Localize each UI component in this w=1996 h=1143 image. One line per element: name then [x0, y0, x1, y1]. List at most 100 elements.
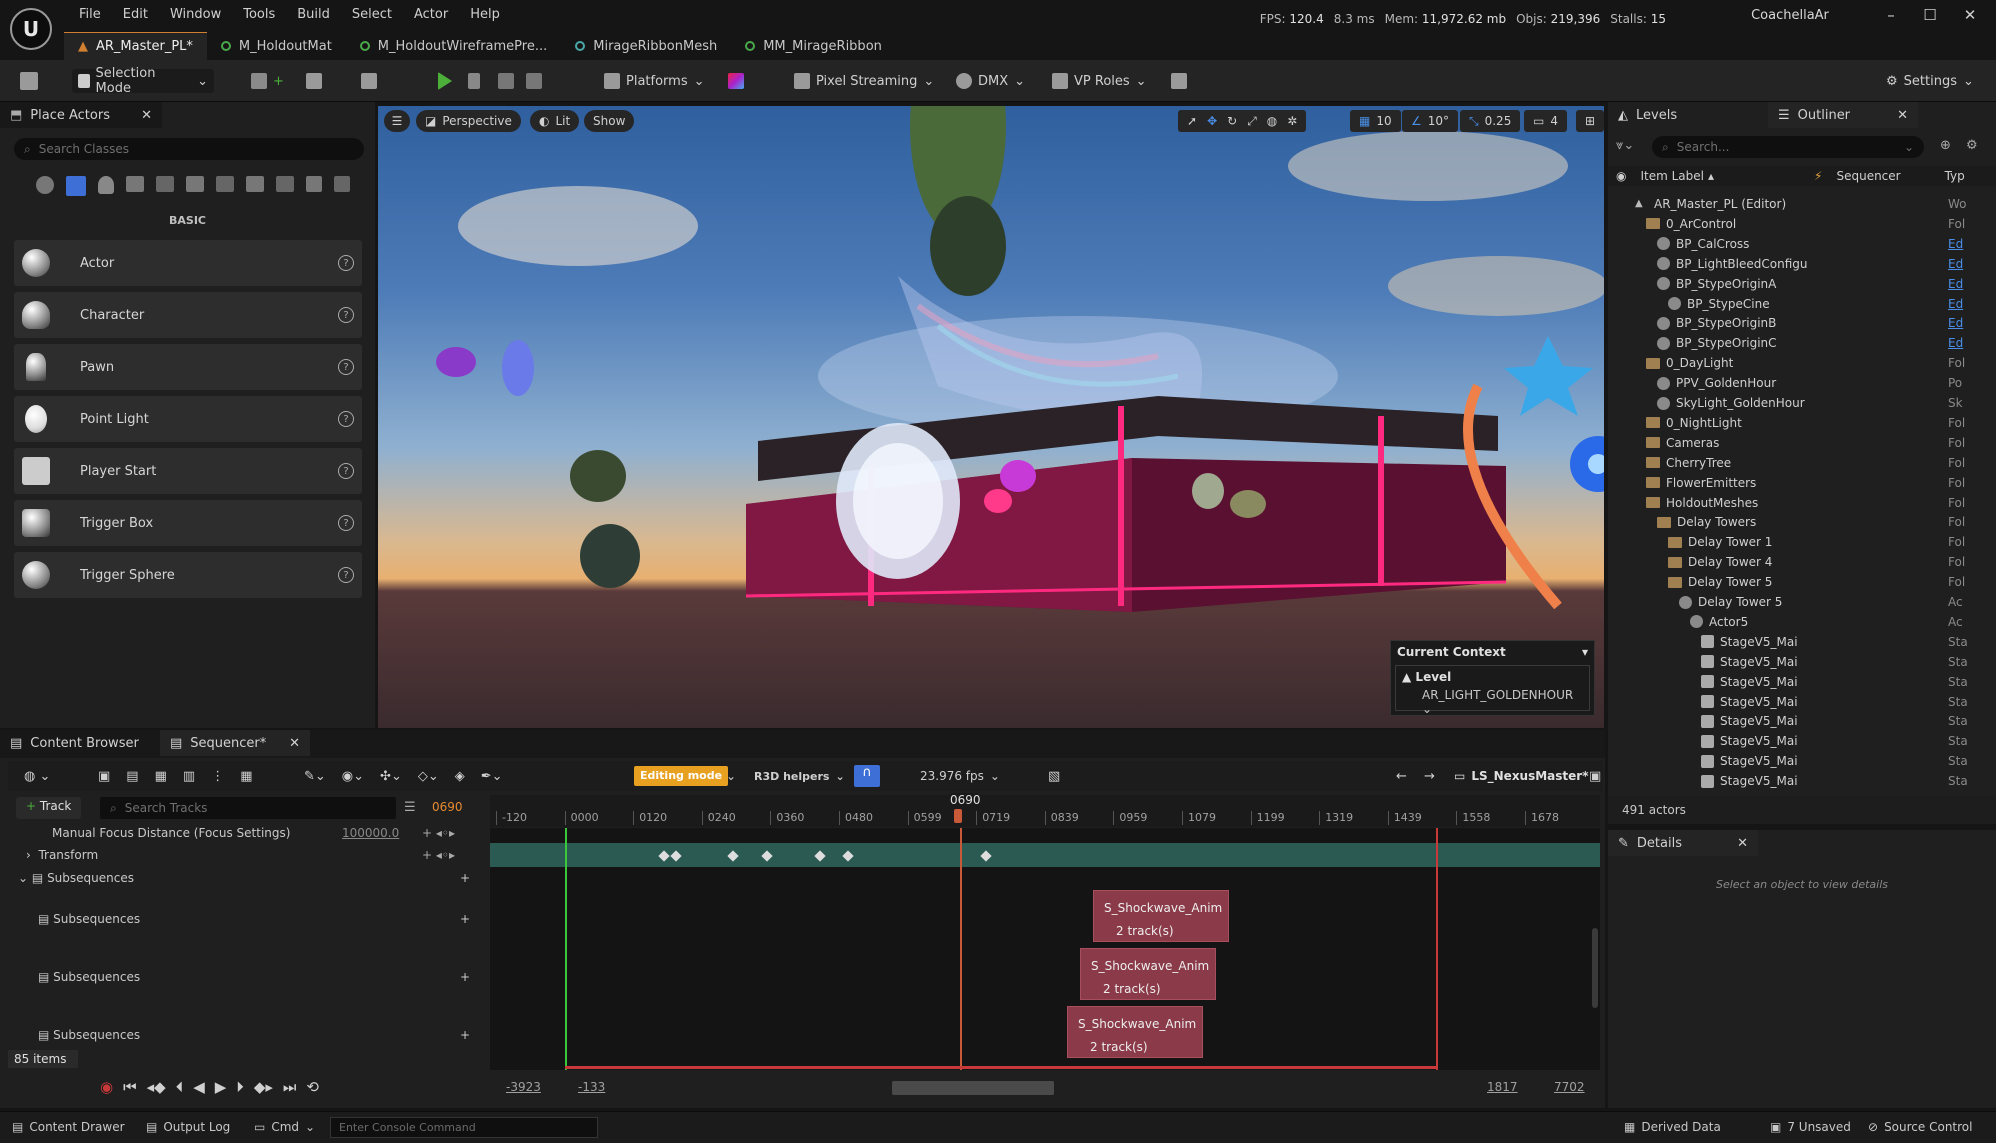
show-button[interactable]: Show	[584, 110, 635, 132]
trigger-sphere-item[interactable]: Trigger Sphere?	[14, 552, 362, 598]
outliner-row[interactable]: StageV5_Mai Sta	[1608, 731, 1978, 751]
step-back-icon[interactable]: ⏴	[176, 1078, 184, 1096]
visual-effects-icon[interactable]	[156, 176, 174, 192]
camera-cut-icon[interactable]: ▥	[183, 769, 195, 784]
character-item[interactable]: Character?	[14, 292, 362, 338]
record-icon[interactable]: ◉	[100, 1078, 113, 1096]
track-key-controls[interactable]: + ◂◦▸	[422, 826, 455, 840]
lock-icon[interactable]: ▣	[1583, 764, 1607, 788]
viewport-menu-icon[interactable]: ☰	[384, 110, 410, 132]
play-button[interactable]	[432, 69, 458, 93]
pen-icon[interactable]: ✒⌄	[481, 769, 503, 784]
more-icon[interactable]: ⋮	[211, 769, 224, 784]
doc-tab-mesh[interactable]: MirageRibbonMesh	[561, 32, 731, 60]
type-column[interactable]: Typ	[1945, 169, 1965, 183]
filter-icon[interactable]: ☰	[404, 800, 416, 815]
item-label-column[interactable]: Item Label	[1640, 169, 1704, 183]
add-actor-icon[interactable]: +	[245, 69, 290, 93]
playback-range-bar[interactable]	[565, 1066, 1438, 1069]
doc-tab-material[interactable]: M_HoldoutWireframePre...	[346, 32, 561, 60]
unsaved-button[interactable]: ▣ 7 Unsaved	[1770, 1120, 1851, 1134]
add-folder-icon[interactable]: ⊕	[1940, 138, 1951, 153]
all-classes-icon[interactable]	[246, 176, 264, 192]
outliner-row[interactable]: BP_LightBleedConfigu Ed	[1608, 254, 1978, 274]
select-icon[interactable]: ➚	[1187, 114, 1197, 128]
playhead-line[interactable]	[960, 828, 962, 1070]
subsequence-section[interactable]: S_Shockwave_Anim 2 track(s)	[1080, 948, 1216, 1000]
step-forward-icon[interactable]: ⏵	[236, 1078, 244, 1096]
menu-select[interactable]: Select	[341, 5, 403, 24]
track-subsequences[interactable]: ▤ Subsequences +	[8, 1026, 483, 1044]
outliner-row[interactable]: StageV5_Mai Sta	[1608, 771, 1978, 791]
rotation-snap-button[interactable]: ∠ 10°	[1402, 110, 1459, 132]
cinematic-icon[interactable]	[126, 176, 144, 192]
vertical-scrollbar[interactable]	[1592, 928, 1598, 1008]
outliner-row[interactable]: 0_DayLight Fol	[1608, 353, 1978, 373]
outliner-row[interactable]: 0_NightLight Fol	[1608, 413, 1978, 433]
outliner-search-input[interactable]: ⌕ Search... ⌄	[1652, 136, 1924, 158]
cinematics-icon[interactable]	[355, 69, 383, 93]
outliner-row[interactable]: StageV5_Mai Sta	[1608, 652, 1978, 672]
menu-build[interactable]: Build	[286, 5, 341, 24]
levels-tab[interactable]: ◭ Levels	[1608, 102, 1768, 128]
cmd-dropdown[interactable]: ▭ Cmd ⌄	[254, 1120, 315, 1134]
outliner-row[interactable]: StageV5_Mai Sta	[1608, 672, 1978, 692]
help-icon[interactable]: ?	[338, 567, 354, 583]
expand-icon[interactable]: ›	[26, 848, 31, 862]
dmx-dropdown[interactable]: DMX ⌄	[950, 69, 1031, 93]
modeling-icon[interactable]	[722, 69, 750, 93]
outliner-row[interactable]: StageV5_Mai Sta	[1608, 711, 1978, 731]
outliner-row[interactable]: StageV5_Mai Sta	[1608, 632, 1978, 652]
layout-icon[interactable]	[1165, 69, 1193, 93]
start-marker[interactable]	[565, 828, 567, 1070]
close-icon[interactable]: ✕	[289, 736, 300, 751]
shapes-icon[interactable]	[276, 176, 294, 192]
outliner-row[interactable]: BP_CalCross Ed	[1608, 234, 1978, 254]
back-icon[interactable]: ←	[1390, 764, 1413, 788]
doc-tab-material[interactable]: MM_MirageRibbon	[731, 32, 896, 60]
view-range-start[interactable]: -3923	[506, 1080, 541, 1094]
close-icon[interactable]: ✕	[1897, 108, 1908, 123]
point-light-item[interactable]: Point Light?	[14, 396, 362, 442]
jump-start-icon[interactable]: ⏮	[123, 1078, 137, 1096]
outliner-row[interactable]: Actor5 Ac	[1608, 612, 1978, 632]
selection-mode-dropdown[interactable]: Selection Mode ⌄	[72, 66, 214, 96]
find-icon[interactable]: ▤	[126, 769, 138, 784]
stop-button[interactable]	[492, 69, 520, 93]
menu-edit[interactable]: Edit	[112, 5, 159, 24]
scale-icon[interactable]: ⤢	[1247, 114, 1257, 129]
lights-icon[interactable]	[98, 176, 114, 194]
menu-tools[interactable]: Tools	[232, 5, 286, 24]
outliner-row-type[interactable]: Ed	[1948, 277, 1963, 291]
maximize-icon[interactable]: ☐	[1915, 6, 1945, 30]
close-window-icon[interactable]: ✕	[1955, 6, 1985, 30]
forward-icon[interactable]: →	[1418, 764, 1441, 788]
outliner-row[interactable]: Cameras Fol	[1608, 433, 1978, 453]
recent-icon[interactable]	[36, 176, 54, 194]
timeline-scrollbar[interactable]	[892, 1081, 1054, 1095]
help-icon[interactable]: ?	[338, 411, 354, 427]
help-icon[interactable]: ?	[338, 307, 354, 323]
gear-icon[interactable]: ⚙	[1966, 138, 1978, 153]
playback-range-start[interactable]: -133	[578, 1080, 605, 1094]
outliner-row[interactable]: Delay Tower 1 Fol	[1608, 532, 1978, 552]
trigger-box-item[interactable]: Trigger Box?	[14, 500, 362, 546]
outliner-row[interactable]: Delay Tower 4 Fol	[1608, 552, 1978, 572]
doc-tab-level[interactable]: ▲ AR_Master_PL*	[64, 32, 207, 60]
timeline-area[interactable]: S_Shockwave_Anim 2 track(s) S_Shockwave_A…	[490, 828, 1600, 1070]
minimize-icon[interactable]: –	[1876, 6, 1906, 30]
visibility-icon[interactable]: ◉	[1616, 169, 1626, 183]
outliner-row[interactable]: CherryTree Fol	[1608, 453, 1978, 473]
pawn-item[interactable]: Pawn?	[14, 344, 362, 390]
wrench-icon[interactable]: ✎⌄	[304, 769, 326, 784]
outliner-row-type[interactable]: Ed	[1948, 336, 1963, 350]
curve-icon[interactable]: ▧	[1042, 764, 1066, 788]
derived-data-button[interactable]: ▦ Derived Data	[1624, 1120, 1721, 1134]
unreal-logo-icon[interactable]: U	[10, 8, 52, 50]
content-browser-tab[interactable]: ▤ Content Browser	[0, 730, 160, 756]
end-marker[interactable]	[1436, 828, 1438, 1070]
subsequence-section[interactable]: S_Shockwave_Anim 2 track(s)	[1067, 1006, 1203, 1058]
next-key-icon[interactable]: ◆▸	[254, 1078, 273, 1096]
playhead-handle[interactable]	[954, 809, 962, 823]
view-icon[interactable]: ◉⌄	[342, 769, 364, 784]
